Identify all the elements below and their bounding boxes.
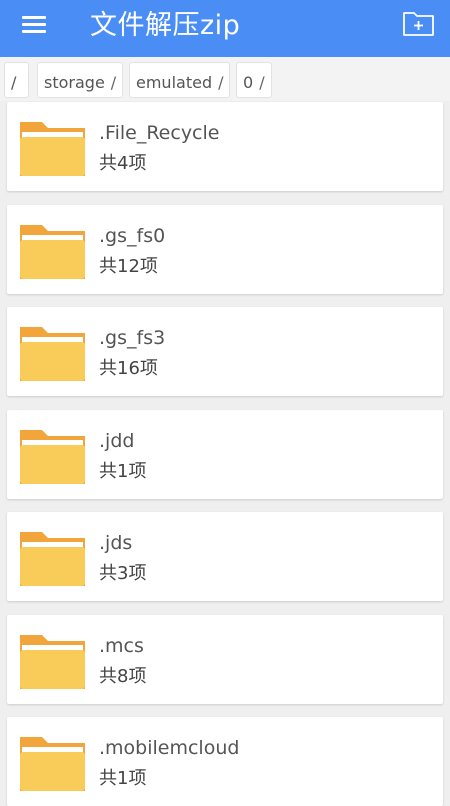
folder-icon (20, 737, 85, 791)
folder-icon (20, 327, 85, 381)
folder-item-count: 共8项 (99, 666, 147, 687)
app-title: 文件解压zip (90, 10, 241, 41)
folder-item[interactable]: .File_Recycle 共4项 (7, 102, 443, 191)
folder-item-count: 共1项 (99, 768, 147, 789)
folder-icon (20, 532, 85, 586)
breadcrumb-0[interactable]: 0/ (236, 62, 272, 98)
folder-name: .mobilemcloud (99, 737, 240, 759)
breadcrumb-storage[interactable]: storage / (37, 62, 124, 98)
folder-item[interactable]: .mcs 共8项 (7, 615, 443, 704)
folder-name: .jdd (99, 430, 135, 452)
folder-name: .mcs (99, 635, 144, 657)
folder-name: .File_Recycle (99, 122, 220, 144)
breadcrumb-label: storage (44, 73, 105, 92)
folder-item[interactable]: .jdd 共1项 (7, 410, 443, 499)
folder-item-count: 共4项 (99, 153, 147, 174)
app-bar: 文件解压zip (0, 0, 450, 57)
breadcrumb-label: emulated (136, 73, 213, 92)
folder-name: .gs_fs3 (99, 327, 166, 349)
breadcrumb-label: / (11, 73, 17, 92)
folder-item[interactable]: .jds 共3项 (7, 512, 443, 601)
folder-item[interactable]: .mobilemcloud 共1项 (7, 717, 443, 806)
folder-icon (20, 225, 85, 279)
folder-icon (20, 635, 85, 689)
folder-icon (20, 430, 85, 484)
hamburger-menu-icon[interactable] (22, 14, 48, 34)
breadcrumb-root[interactable]: / (4, 62, 30, 98)
breadcrumb-emulated[interactable]: emulated / (129, 62, 231, 98)
folder-icon (20, 122, 85, 176)
folder-item-count: 共3项 (99, 563, 147, 584)
new-folder-icon[interactable] (402, 10, 436, 38)
folder-item-count: 共16项 (99, 358, 158, 379)
folder-item-count: 共12项 (99, 256, 158, 277)
breadcrumb-label: 0 (243, 73, 254, 92)
folder-name: .jds (99, 532, 133, 554)
folder-name: .gs_fs0 (99, 225, 166, 247)
folder-item[interactable]: .gs_fs0 共12项 (7, 205, 443, 294)
folder-item-count: 共1项 (99, 461, 147, 482)
folder-item[interactable]: .gs_fs3 共16项 (7, 307, 443, 396)
